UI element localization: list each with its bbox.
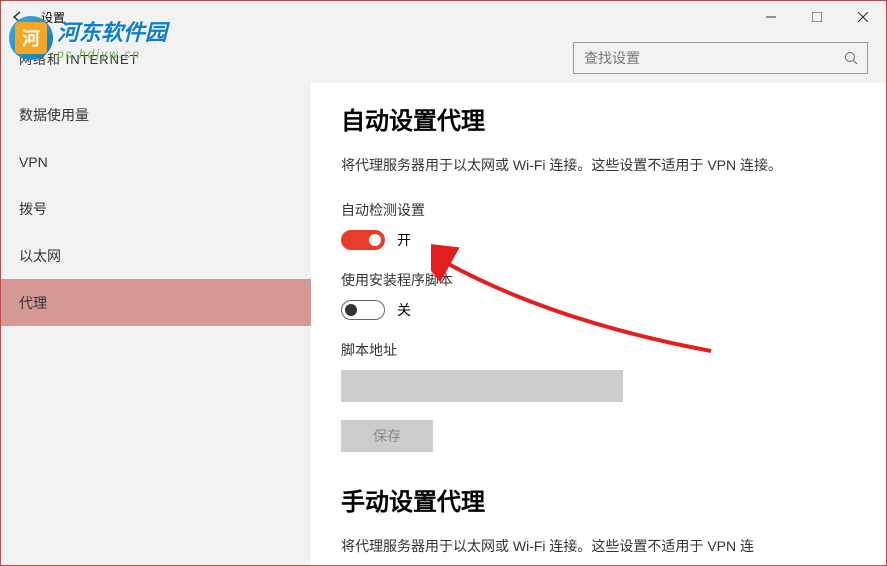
sidebar-item-proxy[interactable]: 代理 xyxy=(1,279,311,326)
sidebar-item-ethernet[interactable]: 以太网 xyxy=(1,232,311,279)
search-box[interactable] xyxy=(573,42,868,74)
script-address-label: 脚本地址 xyxy=(341,340,856,360)
sidebar-item-vpn[interactable]: VPN xyxy=(1,138,311,185)
toggle-knob xyxy=(345,304,357,316)
manual-proxy-heading: 手动设置代理 xyxy=(341,482,856,517)
sidebar-item-dialup[interactable]: 拨号 xyxy=(1,185,311,232)
maximize-button[interactable] xyxy=(794,1,840,33)
window-controls xyxy=(748,1,886,33)
auto-proxy-description: 将代理服务器用于以太网或 Wi-Fi 连接。这些设置不适用于 VPN 连接。 xyxy=(341,154,856,176)
category-title: 网络和 INTERNET xyxy=(19,49,139,68)
main-content: 自动设置代理 将代理服务器用于以太网或 Wi-Fi 连接。这些设置不适用于 VP… xyxy=(311,83,886,565)
use-script-label: 使用安装程序脚本 xyxy=(341,270,856,290)
save-button[interactable]: 保存 xyxy=(341,420,433,452)
use-script-toggle-row: 关 xyxy=(341,300,856,320)
close-button[interactable] xyxy=(840,1,886,33)
titlebar: 设置 xyxy=(1,1,886,33)
close-icon xyxy=(858,12,868,22)
auto-detect-state: 开 xyxy=(397,230,411,250)
window-title: 设置 xyxy=(41,9,65,26)
use-script-state: 关 xyxy=(397,300,411,320)
back-button[interactable] xyxy=(1,1,33,33)
minimize-button[interactable] xyxy=(748,1,794,33)
script-address-input[interactable] xyxy=(341,370,623,402)
auto-detect-toggle[interactable] xyxy=(341,230,385,250)
auto-detect-label: 自动检测设置 xyxy=(341,200,856,220)
sidebar: 数据使用量 VPN 拨号 以太网 代理 xyxy=(1,83,311,565)
sidebar-item-data-usage[interactable]: 数据使用量 xyxy=(1,91,311,138)
auto-proxy-heading: 自动设置代理 xyxy=(341,101,856,136)
auto-detect-toggle-row: 开 xyxy=(341,230,856,250)
toggle-knob xyxy=(369,234,381,246)
header-bar: 网络和 INTERNET xyxy=(1,33,886,83)
content-area: 数据使用量 VPN 拨号 以太网 代理 自动设置代理 将代理服务器用于以太网或 … xyxy=(1,83,886,565)
use-script-toggle[interactable] xyxy=(341,300,385,320)
search-icon[interactable] xyxy=(835,51,867,65)
search-input[interactable] xyxy=(574,50,835,66)
manual-proxy-description: 将代理服务器用于以太网或 Wi-Fi 连接。这些设置不适用于 VPN 连 xyxy=(341,535,856,557)
arrow-left-icon xyxy=(10,10,24,24)
minimize-icon xyxy=(766,12,776,22)
maximize-icon xyxy=(812,12,822,22)
